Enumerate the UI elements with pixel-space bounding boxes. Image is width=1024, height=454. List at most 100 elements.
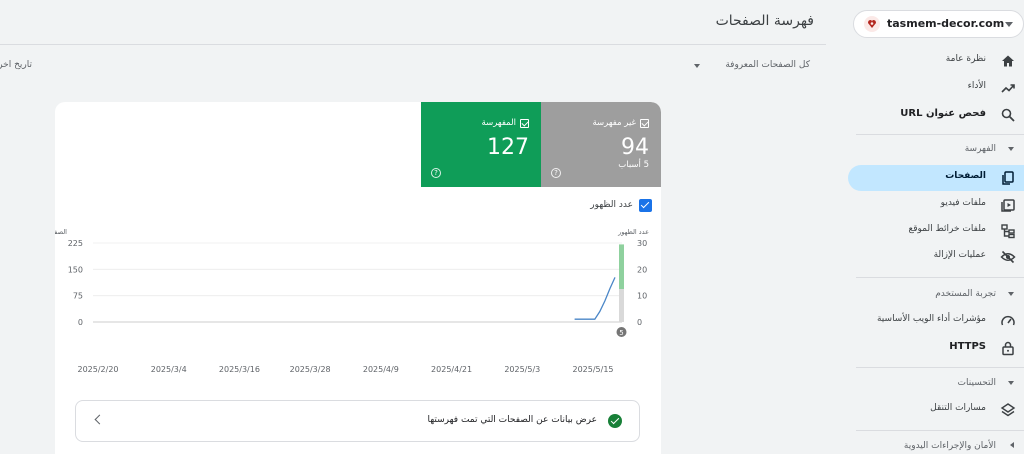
left-tick-label: 150 — [68, 265, 83, 274]
sidebar-item-performance[interactable]: الأداء — [848, 75, 1024, 101]
sidebar-section-experience[interactable]: تجربة المستخدم — [848, 286, 1024, 306]
site-logo-icon — [864, 16, 880, 32]
x-tick-label: 2025/2/20 — [77, 365, 118, 374]
property-name: tasmem-decor.com — [887, 17, 1005, 30]
sidebar-divider — [856, 367, 1024, 368]
impressions-toggle[interactable]: عدد الظهور — [590, 198, 652, 214]
detail-row-label: عرض بيانات عن الصفحات التي تمت فهرستها — [427, 415, 597, 425]
section-label: الفهرسة — [964, 144, 996, 154]
chevron-left-icon[interactable] — [94, 414, 105, 425]
sidebar-item-overview[interactable]: نظرة عامة — [848, 48, 1024, 74]
sidebar-item-label: ملفات خرائط الموقع — [908, 224, 986, 234]
sidebar-item-label: الأداء — [967, 81, 986, 91]
collapse-triangle-icon — [1008, 381, 1014, 385]
indexed-count: 127 — [487, 135, 529, 160]
pages-filter-label: كل الصفحات المعروفة — [725, 60, 810, 70]
sidebar-section-indexing[interactable]: الفهرسة — [848, 141, 1024, 161]
left-axis-label: الصفحات — [55, 228, 67, 236]
right-tick-label: 20 — [637, 265, 647, 274]
series-line — [574, 277, 616, 320]
property-selector[interactable]: tasmem-decor.com — [853, 10, 1024, 38]
left-tick-label: 0 — [78, 318, 83, 327]
indexed-label: المفهرسة — [481, 118, 516, 128]
sidebar-item-https[interactable]: HTTPS — [848, 335, 1024, 361]
sidebar-section-security[interactable]: الأمان والإجراءات اليدوية — [848, 438, 1024, 454]
indexing-summary-card: غير مفهرسة 94 5 أسباب ? المفهرسة 127 ? ع… — [55, 102, 661, 454]
sidebar-item-label: HTTPS — [949, 341, 986, 352]
indexed-tile[interactable]: المفهرسة 127 ? — [421, 102, 541, 187]
chevron-down-icon — [694, 64, 700, 68]
search-icon — [1000, 107, 1016, 123]
sidebar-item-core-web-vitals[interactable]: مؤشرات أداء الويب الأساسية — [848, 308, 1024, 334]
left-tick-label: 75 — [73, 292, 83, 301]
indexing-chart: 075150225 0102030 2025/2/20 2025/3/4 2025/… — [55, 228, 649, 374]
right-axis-ticks: 0 10 20 30 — [637, 239, 647, 327]
sidebar-item-label: مسارات التنقل — [930, 403, 986, 413]
chevron-down-icon — [1005, 22, 1013, 27]
home-icon — [1000, 53, 1016, 69]
help-icon[interactable]: ? — [551, 168, 561, 178]
right-tick-label: 0 — [637, 318, 642, 327]
not-indexed-reasons: 5 أسباب — [618, 160, 649, 170]
gauge-icon — [1000, 313, 1016, 329]
left-axis-ticks: 0 75 150 225 — [68, 239, 83, 327]
sidebar: tasmem-decor.com نظرة عامة الأداء فحص عن… — [840, 0, 1024, 454]
checkbox-icon[interactable] — [640, 118, 649, 128]
x-tick-label: 2025/3/4 — [151, 365, 187, 374]
sidebar-section-enhancements[interactable]: التحسينات — [848, 375, 1024, 395]
sidebar-item-label: مؤشرات أداء الويب الأساسية — [876, 314, 986, 324]
section-label: تجربة المستخدم — [935, 289, 996, 299]
sidebar-item-pages[interactable]: الصفحات — [848, 165, 1024, 191]
sidebar-item-videos[interactable]: ملفات فيديو — [848, 192, 1024, 218]
trending-up-icon — [1000, 80, 1016, 96]
sidebar-item-label: عمليات الإزالة — [933, 250, 986, 260]
left-tick-label: 225 — [68, 239, 83, 248]
x-axis-ticks: 2025/2/20 2025/3/4 2025/3/16 2025/3/28 2025/… — [77, 365, 613, 374]
right-tick-label: 10 — [637, 292, 647, 301]
sidebar-divider — [856, 134, 1024, 135]
sidebar-item-label: الصفحات — [945, 171, 986, 181]
x-tick-label: 2025/3/16 — [219, 365, 260, 374]
sidebar-divider — [856, 277, 1024, 278]
sidebar-item-label: ملفات فيديو — [940, 198, 986, 208]
last-update-label: تاريخ آخر تحديث — [0, 60, 32, 70]
x-tick-label: 2025/4/21 — [431, 365, 472, 374]
section-label: الأمان والإجراءات اليدوية — [903, 441, 996, 451]
lock-icon — [1000, 340, 1016, 356]
sidebar-item-url-inspection[interactable]: فحص عنوان URL — [848, 102, 1024, 128]
not-indexed-tile[interactable]: غير مفهرسة 94 5 أسباب ? — [541, 102, 661, 187]
chart-annotation: 5 — [616, 327, 627, 337]
not-indexed-bar — [619, 288, 624, 322]
x-tick-label: 2025/5/15 — [572, 365, 613, 374]
sidebar-divider — [856, 430, 1024, 431]
sidebar-item-removals[interactable]: عمليات الإزالة — [848, 244, 1024, 270]
check-circle-icon — [608, 414, 622, 428]
sidebar-item-sitemaps[interactable]: ملفات خرائط الموقع — [848, 218, 1024, 244]
x-tick-label: 2025/5/3 — [504, 365, 540, 374]
not-indexed-label: غير مفهرسة — [592, 118, 636, 128]
x-tick-label: 2025/3/28 — [290, 365, 331, 374]
indexed-bar — [619, 244, 624, 289]
chart-grid — [93, 242, 622, 323]
right-tick-label: 30 — [637, 239, 647, 248]
chart-bars — [619, 244, 624, 322]
pages-icon — [1000, 170, 1016, 186]
right-axis-label: عدد الظهور — [617, 228, 649, 236]
x-tick-label: 2025/4/9 — [363, 365, 399, 374]
layers-icon — [1000, 402, 1016, 418]
not-indexed-count: 94 — [621, 135, 649, 160]
eye-off-icon — [1000, 249, 1016, 265]
sidebar-item-breadcrumbs[interactable]: مسارات التنقل — [848, 397, 1024, 423]
indexed-pages-detail-row[interactable]: عرض بيانات عن الصفحات التي تمت فهرستها — [75, 400, 640, 442]
collapse-triangle-icon — [1008, 292, 1014, 296]
sidebar-item-label: نظرة عامة — [945, 54, 986, 64]
pages-filter-dropdown[interactable]: كل الصفحات المعروفة — [690, 58, 810, 74]
checkbox-checked-icon[interactable] — [639, 199, 652, 212]
checkbox-icon[interactable] — [520, 118, 529, 128]
impressions-toggle-label: عدد الظهور — [590, 200, 633, 210]
sidebar-item-label: فحص عنوان URL — [900, 108, 986, 119]
expand-triangle-icon — [1010, 442, 1014, 448]
annotation-label: 5 — [619, 329, 623, 337]
sitemap-icon — [1000, 223, 1016, 239]
help-icon[interactable]: ? — [431, 168, 441, 178]
